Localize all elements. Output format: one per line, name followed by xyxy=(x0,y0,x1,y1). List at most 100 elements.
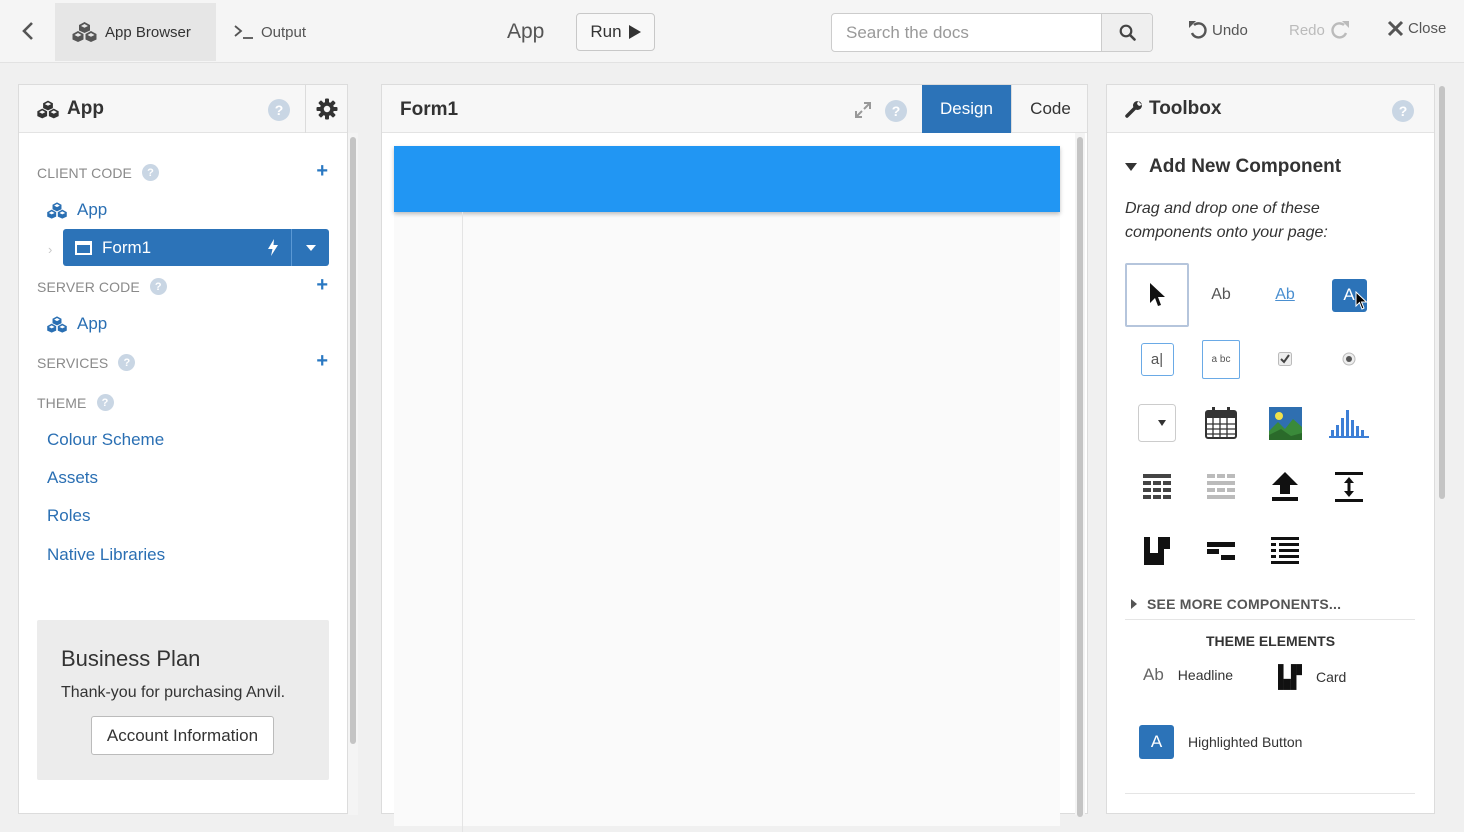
component-data-grid[interactable] xyxy=(1125,455,1189,519)
center-scrollbar[interactable] xyxy=(1075,133,1085,817)
add-server-code-button[interactable]: + xyxy=(316,275,328,295)
help-icon[interactable]: ? xyxy=(885,100,907,122)
add-service-button[interactable]: + xyxy=(316,351,328,371)
component-rich-text[interactable] xyxy=(1253,519,1317,583)
theme-element-headline[interactable]: Ab Headline xyxy=(1143,665,1233,685)
component-button[interactable]: A xyxy=(1317,263,1381,327)
theme-link-roles[interactable]: Roles xyxy=(47,506,90,526)
radio-icon xyxy=(1342,352,1356,366)
chevron-left-icon xyxy=(22,22,33,40)
design-canvas[interactable] xyxy=(394,146,1060,832)
theme-element-card[interactable]: Card xyxy=(1278,664,1346,690)
grid-icon xyxy=(1143,474,1171,499)
help-icon[interactable]: ? xyxy=(96,394,114,411)
undo-icon xyxy=(1188,20,1208,40)
toolbox-scrollbar[interactable] xyxy=(1437,84,1447,800)
add-new-label: Add New Component xyxy=(1149,156,1342,177)
close-button[interactable]: Close xyxy=(1387,20,1446,37)
cubes-icon xyxy=(36,100,60,119)
center-scrollbar-thumb[interactable] xyxy=(1077,137,1083,817)
left-scrollbar-thumb[interactable] xyxy=(350,137,356,744)
toolbox-panel: Toolbox ? Add New Component Drag and dro… xyxy=(1106,84,1435,814)
textbox-icon: a | xyxy=(1140,342,1174,376)
design-tab[interactable]: Design xyxy=(922,85,1011,133)
component-dropdown[interactable] xyxy=(1125,391,1189,455)
play-icon xyxy=(628,25,641,39)
theme-elements-heading: THEME ELEMENTS xyxy=(1205,633,1336,649)
form-nav-bar[interactable] xyxy=(394,146,1060,212)
tab-output[interactable]: Output xyxy=(218,3,322,61)
component-label[interactable]: Ab xyxy=(1189,263,1253,327)
help-icon[interactable]: ? xyxy=(1392,100,1414,122)
search-button[interactable] xyxy=(1101,14,1152,51)
component-image[interactable] xyxy=(1253,391,1317,455)
sidebar-column-divider xyxy=(462,212,463,832)
app-title: App xyxy=(507,20,545,43)
server-app-module[interactable]: App xyxy=(46,314,107,334)
expand-icon[interactable] xyxy=(854,101,872,119)
help-icon[interactable]: ? xyxy=(118,354,136,371)
component-pointer[interactable] xyxy=(1125,263,1189,327)
help-icon[interactable]: ? xyxy=(149,278,167,295)
settings-button[interactable] xyxy=(305,85,347,133)
tab-app-browser-label: App Browser xyxy=(105,23,191,41)
client-app-module[interactable]: App xyxy=(46,200,107,220)
component-file-loader[interactable] xyxy=(1253,455,1317,519)
top-bar: App Browser Output App Run Undo Redo Clo… xyxy=(0,0,1464,63)
theme-heading: THEME ? xyxy=(37,394,114,411)
component-textbox[interactable]: a | xyxy=(1125,327,1189,391)
theme-element-highlighted-button[interactable]: A Highlighted Button xyxy=(1139,725,1302,759)
headline-label: Headline xyxy=(1177,667,1234,683)
close-icon xyxy=(1387,20,1404,37)
bar-chart-icon xyxy=(1329,410,1369,438)
chevron-right-icon[interactable]: › xyxy=(48,242,52,257)
panel-title: App xyxy=(36,98,104,120)
run-button[interactable]: Run xyxy=(576,13,655,51)
component-datepicker[interactable] xyxy=(1189,391,1253,455)
back-button[interactable] xyxy=(10,10,46,52)
left-scrollbar[interactable] xyxy=(348,133,358,815)
server-code-heading: SERVER CODE ? xyxy=(37,278,167,295)
plan-box: Business Plan Thank-you for purchasing A… xyxy=(37,620,329,780)
wrench-icon xyxy=(1125,100,1143,118)
account-information-button[interactable]: Account Information xyxy=(91,716,274,755)
theme-link-colour-scheme[interactable]: Colour Scheme xyxy=(47,430,164,450)
theme-link-assets[interactable]: Assets xyxy=(47,468,98,488)
form1-menu-button[interactable] xyxy=(291,229,329,266)
see-more-components[interactable]: SEE MORE COMPONENTS... xyxy=(1131,596,1341,612)
component-flow-panel[interactable] xyxy=(1189,519,1253,583)
component-repeating-panel[interactable] xyxy=(1189,455,1253,519)
upload-icon xyxy=(1272,472,1298,501)
search-icon xyxy=(1119,24,1136,41)
docs-search xyxy=(831,13,1153,52)
image-icon xyxy=(1268,406,1302,440)
theme-link-native-libraries[interactable]: Native Libraries xyxy=(47,545,165,565)
component-link[interactable]: Ab xyxy=(1253,263,1317,327)
add-client-code-button[interactable]: + xyxy=(316,161,328,181)
services-label: SERVICES xyxy=(37,354,109,371)
cubes-icon xyxy=(46,315,68,333)
server-code-label: SERVER CODE xyxy=(37,278,140,295)
textbox-icon-text: a xyxy=(1150,350,1160,368)
search-input[interactable] xyxy=(832,14,1101,51)
tab-app-browser[interactable]: App Browser xyxy=(55,3,216,61)
headline-icon: Ab xyxy=(1143,665,1164,684)
app-browser-header: App ? xyxy=(19,85,347,133)
client-code-heading: CLIENT CODE ? xyxy=(37,164,159,181)
component-checkbox[interactable] xyxy=(1253,327,1317,391)
component-column-panel[interactable] xyxy=(1125,519,1189,583)
redo-button[interactable]: Redo xyxy=(1289,20,1350,40)
component-plot[interactable] xyxy=(1317,391,1381,455)
undo-button[interactable]: Undo xyxy=(1188,20,1248,40)
add-new-component-toggle[interactable]: Add New Component xyxy=(1125,156,1341,178)
code-tab[interactable]: Code xyxy=(1011,85,1089,133)
column-panel-icon xyxy=(1144,537,1170,565)
help-icon[interactable]: ? xyxy=(141,164,159,181)
component-spacer[interactable] xyxy=(1317,455,1381,519)
toolbox-scrollbar-thumb[interactable] xyxy=(1439,86,1445,499)
plan-title: Business Plan xyxy=(61,646,201,671)
component-radio[interactable] xyxy=(1317,327,1381,391)
help-icon[interactable]: ? xyxy=(268,99,290,121)
component-textarea[interactable]: a bc xyxy=(1189,327,1253,391)
form1-item[interactable]: Form1 xyxy=(63,229,329,266)
